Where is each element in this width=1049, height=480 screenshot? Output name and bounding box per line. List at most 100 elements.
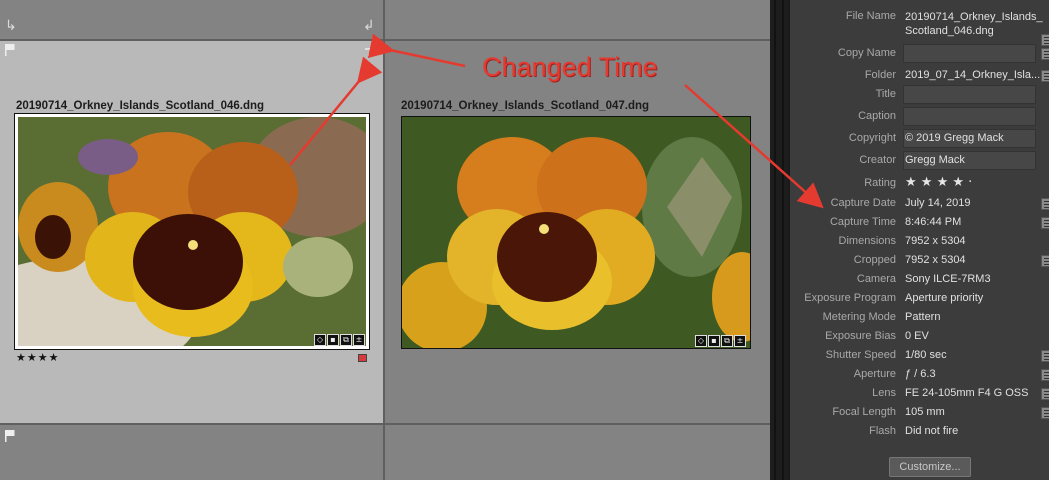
meta-value-file-name[interactable]: 20190714_Orkney_Islands_ Scotland_046.dn… (905, 10, 1043, 38)
field-action-button[interactable] (1041, 48, 1049, 60)
meta-label: Capture Date (830, 197, 896, 209)
collection-badge-icon[interactable]: ⧉ (721, 335, 733, 347)
copy-name-field[interactable] (903, 44, 1036, 63)
meta-value-exposure-program: Aperture priority (905, 292, 984, 304)
meta-label: Creator (859, 154, 896, 166)
photo-filename: 20190714_Orkney_Islands_Scotland_046.dng (16, 100, 265, 112)
meta-value-camera: Sony ILCE-7RM3 (905, 273, 991, 285)
meta-row-cropped: Cropped 7952 x 5304 (790, 251, 1049, 270)
field-action-button[interactable] (1041, 407, 1049, 419)
grid-cell-bottom-right[interactable] (385, 425, 770, 480)
flag-icon[interactable] (4, 43, 16, 57)
keyword-badge-icon[interactable]: ◇ (695, 335, 707, 347)
meta-row-creator: Creator Gregg Mack (790, 151, 1049, 170)
field-action-button[interactable] (1041, 255, 1049, 267)
customize-button[interactable]: Customize... (889, 457, 971, 477)
meta-row-flash: Flash Did not fire (790, 422, 1049, 441)
meta-row-lens: Lens FE 24-105mm F4 G OSS (790, 384, 1049, 403)
annotation-label: Changed Time (482, 52, 658, 82)
collection-badge-icon[interactable]: ⧉ (340, 334, 352, 346)
meta-value-metering-mode: Pattern (905, 311, 941, 323)
metadata-changed-icon (365, 45, 378, 56)
pansy-image (402, 117, 750, 348)
meta-value-capture-date: July 14, 2019 (905, 197, 971, 209)
keyword-badge-icon[interactable]: ◇ (314, 334, 326, 346)
flower-photo[interactable] (401, 116, 751, 349)
meta-label: Rating (864, 177, 896, 189)
color-label-red[interactable] (358, 354, 367, 362)
rotate-right-icon[interactable]: ↲ (363, 18, 375, 34)
pansy-image (18, 117, 366, 346)
meta-label: Aperture (853, 368, 896, 380)
grid-divider (0, 423, 770, 425)
meta-value-creator: Gregg Mack (905, 154, 965, 166)
meta-label: Copyright (848, 132, 896, 144)
meta-row-capture-date: Capture Date July 14, 2019 (790, 194, 1049, 213)
rotate-left-icon[interactable]: ↳ (5, 18, 17, 34)
field-action-button[interactable] (1041, 350, 1049, 362)
meta-value-exposure-bias: 0 EV (905, 330, 929, 342)
meta-value-shutter-speed: 1/80 sec (905, 349, 947, 361)
meta-row-exposure-program: Exposure Program Aperture priority (790, 289, 1049, 308)
develop-badge-icon[interactable]: ± (734, 335, 746, 347)
field-action-button[interactable] (1041, 369, 1049, 381)
meta-label: Metering Mode (822, 311, 896, 323)
meta-value-folder[interactable]: 2019_07_14_Orkney_Isla... (905, 69, 1040, 81)
grid-cell-bottom-left[interactable] (0, 425, 383, 480)
meta-row-capture-time: Capture Time 8:46:44 PM (790, 213, 1049, 232)
meta-row-title: Title (790, 85, 1049, 104)
meta-row-rating: Rating ★ ★ ★ ★ · (790, 174, 1049, 193)
field-action-button[interactable] (1041, 70, 1049, 82)
thumbnail-rating[interactable]: ★★★★ (16, 351, 59, 364)
meta-row-folder: Folder 2019_07_14_Orkney_Isla... (790, 66, 1049, 85)
meta-label: Camera (856, 273, 896, 285)
meta-label: Flash (869, 425, 896, 437)
meta-value-cropped: 7952 x 5304 (905, 254, 966, 266)
panel-scrollbar[interactable] (770, 0, 788, 480)
meta-label: Capture Time (829, 216, 896, 228)
field-action-button[interactable] (1041, 217, 1049, 229)
meta-value-aperture: ƒ / 6.3 (905, 368, 936, 380)
meta-label: Shutter Speed (825, 349, 896, 361)
meta-label: Exposure Program (804, 292, 896, 304)
meta-row-dimensions: Dimensions 7952 x 5304 (790, 232, 1049, 251)
meta-value-copyright: © 2019 Gregg Mack (905, 132, 1004, 144)
meta-value-capture-time: 8:46:44 PM (905, 216, 962, 228)
grid-cell[interactable]: 20190714_Orkney_Islands_Scotland_047.dng… (385, 41, 770, 423)
caption-field[interactable] (903, 107, 1036, 126)
metadata-badge-icon[interactable]: ▪ (708, 335, 720, 347)
meta-row-caption: Caption (790, 107, 1049, 126)
metadata-badge-icon[interactable]: ▪ (327, 334, 339, 346)
meta-value-lens: FE 24-105mm F4 G OSS (905, 387, 1029, 399)
meta-row-shutter-speed: Shutter Speed 1/80 sec (790, 346, 1049, 365)
meta-label: Title (875, 88, 896, 100)
meta-row-aperture: Aperture ƒ / 6.3 (790, 365, 1049, 384)
scroll-track (774, 0, 776, 480)
field-action-button[interactable] (1041, 198, 1049, 210)
meta-label: Folder (864, 69, 896, 81)
metadata-panel: File Name 20190714_Orkney_Islands_ Scotl… (788, 0, 1049, 480)
meta-row-exposure-bias: Exposure Bias 0 EV (790, 327, 1049, 346)
meta-label: Exposure Bias (825, 330, 896, 342)
meta-value-focal-length: 105 mm (905, 406, 945, 418)
grid-cell-top-right[interactable] (385, 0, 770, 39)
meta-label: Caption (858, 110, 896, 122)
grid-divider (0, 39, 770, 41)
flower-photo[interactable] (18, 117, 366, 346)
meta-row-metering-mode: Metering Mode Pattern (790, 308, 1049, 327)
meta-row-camera: Camera Sony ILCE-7RM3 (790, 270, 1049, 289)
grid-cell-selected[interactable]: 20190714_Orkney_Islands_Scotland_046.dng (0, 41, 383, 423)
grid-cell-top-left[interactable]: ↳ ↲ (0, 0, 383, 39)
field-action-button[interactable] (1041, 388, 1049, 400)
meta-label: Lens (872, 387, 896, 399)
thumbnail-frame[interactable]: ◇ ▪ ⧉ ± (14, 113, 370, 350)
scroll-track (782, 0, 784, 480)
title-field[interactable] (903, 85, 1036, 104)
rating-stars[interactable]: ★ ★ ★ ★ · (905, 175, 972, 190)
thumbnail-badges: ◇ ▪ ⧉ ± (314, 334, 365, 346)
meta-label: File Name (845, 10, 896, 22)
flag-icon[interactable] (4, 429, 16, 443)
meta-label: Copy Name (837, 47, 896, 59)
meta-value-flash: Did not fire (905, 425, 959, 437)
develop-badge-icon[interactable]: ± (353, 334, 365, 346)
